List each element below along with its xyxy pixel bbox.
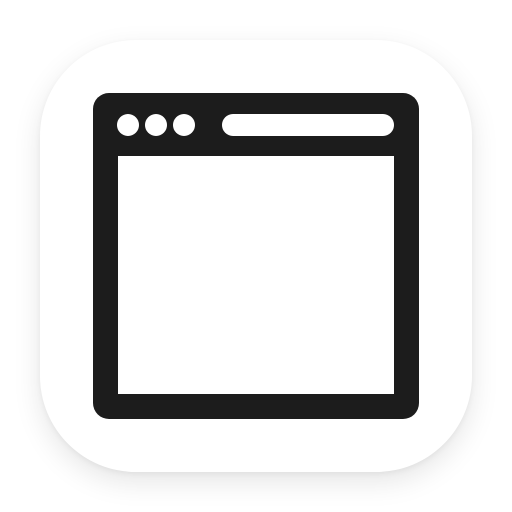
window-dot-1 (117, 114, 139, 136)
window-dot-2 (145, 114, 167, 136)
browser-window-icon (93, 93, 419, 419)
window-content-area (118, 156, 394, 394)
address-bar (222, 114, 394, 136)
window-dot-3 (173, 114, 195, 136)
icon-canvas (0, 0, 512, 512)
app-icon-tile[interactable] (40, 40, 472, 472)
